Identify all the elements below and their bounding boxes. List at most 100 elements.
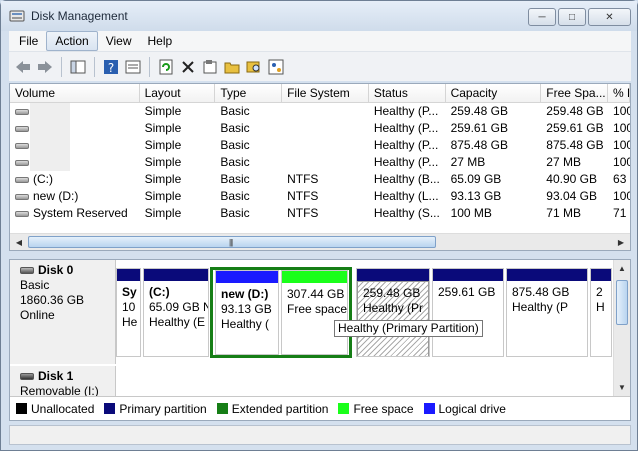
column-volume[interactable]: Volume (10, 84, 140, 103)
table-row[interactable]: System Reserved Simple Basic NTFS Healthy (S… (10, 205, 630, 222)
column-layout[interactable]: Layout (140, 84, 216, 103)
menu-help[interactable]: Help (140, 31, 181, 51)
cell-text: Simple (144, 172, 182, 186)
partition-tooltip: Healthy (Primary Partition) (334, 320, 483, 337)
column-file-system[interactable]: File System (282, 84, 369, 103)
minimize-button[interactable]: ─ (528, 8, 556, 26)
explore-button[interactable] (244, 57, 264, 77)
column-type[interactable]: Type (215, 84, 283, 103)
scroll-up-icon[interactable]: ▲ (616, 263, 628, 274)
cell-volume (10, 154, 140, 171)
properties-view-button[interactable] (123, 57, 143, 77)
disk0-type: Basic (20, 278, 50, 292)
cell-text: 100 MB (450, 206, 492, 220)
maximize-button[interactable]: □ (558, 8, 586, 26)
table-row[interactable]: Simple Basic Healthy (P... 875.48 GB 875.48 … (10, 137, 630, 154)
column-free-space[interactable]: Free Spa... (541, 84, 609, 103)
menu-view[interactable]: View (98, 31, 140, 51)
partition-c[interactable]: (C:) 65.09 GB N Healthy (E (143, 268, 209, 357)
cell-text: Simple (144, 206, 182, 220)
cell-text: 259.48 GB (546, 104, 604, 118)
cell-free-space: 93.04 GB (541, 188, 608, 205)
vertical-scroll-thumb[interactable] (616, 280, 628, 325)
partition-system-reserved[interactable]: Sy 10 He (116, 268, 141, 357)
open-button[interactable] (222, 57, 242, 77)
column-status[interactable]: Status (369, 84, 446, 103)
table-row[interactable]: Simple Basic Healthy (P... 27 MB 27 MB 100 (10, 154, 630, 171)
partition-status: Healthy (Pr (363, 301, 424, 315)
table-row[interactable]: (C:) Simple Basic NTFS Healthy (B... 65.09 GB… (10, 171, 630, 188)
cell-text: Basic (220, 206, 250, 220)
cell-status: Healthy (P... (369, 120, 446, 137)
legend-primary: Primary partition (104, 401, 207, 416)
column-percent-free[interactable]: % F (608, 84, 630, 103)
maximize-icon: □ (568, 11, 576, 23)
legend-extended: Extended partition (216, 402, 328, 416)
legend-logical: Logical drive (423, 402, 506, 416)
console-tree-button[interactable] (68, 57, 88, 77)
close-button[interactable]: ✕ (588, 8, 631, 26)
partition-size: 93.13 GB (221, 302, 272, 316)
minimize-icon: ─ (538, 11, 546, 23)
primary-partition-bar (144, 269, 208, 281)
cell-volume (10, 137, 140, 154)
cell-text: (C:) (33, 172, 53, 186)
cell-status: Healthy (S... (369, 205, 446, 222)
cell-text: 259.61 GB (546, 121, 604, 135)
cell-volume (10, 103, 140, 120)
cell-text: Healthy (P... (373, 104, 439, 118)
refresh-button[interactable] (156, 57, 176, 77)
disk1-header: Disk 1 (20, 369, 115, 384)
partition-new-d[interactable]: new (D:) 93.13 GB Healthy ( (215, 270, 279, 355)
scroll-down-icon[interactable]: ▼ (616, 382, 628, 393)
horizontal-scrollbar[interactable]: ◀ ||| ▶ (10, 233, 630, 250)
vertical-scrollbar[interactable]: ▲ ▼ (613, 260, 630, 397)
partition-body: 2H (591, 281, 611, 315)
window-controls: ─ □ ✕ (528, 8, 631, 26)
delete-button[interactable] (178, 57, 198, 77)
legend-label: Primary partition (119, 401, 207, 416)
partition-259-48[interactable]: 259.48 GB Healthy (Pr (356, 268, 430, 357)
properties-button[interactable] (200, 57, 220, 77)
partition-27mb[interactable]: 2H (590, 268, 612, 357)
cell-capacity: 875.48 GB (446, 137, 542, 154)
cell-volume: new (D:) (10, 188, 140, 205)
forward-icon (38, 60, 52, 73)
wizard-button[interactable] (266, 57, 286, 77)
partition-size: 259.48 GB (363, 286, 421, 300)
cell-capacity: 100 MB (446, 205, 542, 222)
status-bar (9, 425, 631, 445)
menu-action[interactable]: Action (46, 31, 98, 51)
cell-type: Basic (215, 120, 282, 137)
table-row[interactable]: new (D:) Simple Basic NTFS Healthy (L... 93.1… (10, 188, 630, 205)
forward-button[interactable] (35, 57, 55, 77)
partition-259-61[interactable]: 259.61 GB (432, 268, 504, 357)
disk0-info[interactable]: Disk 0 Basic 1860.36 GB Online (10, 260, 116, 364)
cell-type: Basic (215, 137, 282, 154)
column-capacity[interactable]: Capacity (446, 84, 542, 103)
cell-text: 71 MB (546, 206, 581, 220)
back-button[interactable] (13, 57, 33, 77)
cell-file-system (282, 154, 369, 171)
cell-free-space: 40.90 GB (541, 171, 608, 188)
cell-free-space: 259.61 GB (541, 120, 608, 137)
cell-type: Basic (215, 103, 282, 120)
cell-text: Basic (220, 155, 250, 169)
cell-text: Healthy (S... (373, 206, 440, 220)
help-button[interactable]: ? (101, 57, 121, 77)
horizontal-scroll-thumb[interactable]: ||| (28, 236, 436, 248)
volume-icon (15, 108, 29, 115)
table-row[interactable]: Simple Basic Healthy (P... 259.61 GB 259.61 … (10, 120, 630, 137)
partition-875-48[interactable]: 875.48 GB Healthy (P (506, 268, 588, 357)
scroll-right-icon[interactable]: ▶ (615, 237, 627, 248)
menu-file[interactable]: File (11, 31, 46, 51)
table-row[interactable]: Simple Basic Healthy (P... 259.48 GB 259.48 … (10, 103, 630, 120)
cell-capacity: 259.48 GB (446, 103, 542, 120)
scroll-left-icon[interactable]: ◀ (13, 237, 25, 248)
cell-text: Basic (220, 172, 250, 186)
legend-free-space: Free space (338, 402, 414, 416)
cell-layout: Simple (140, 103, 216, 120)
cell-layout: Simple (140, 188, 216, 205)
cell-free-space: 27 MB (541, 154, 608, 171)
partition-free-space[interactable]: 307.44 GB Free space (281, 270, 348, 355)
